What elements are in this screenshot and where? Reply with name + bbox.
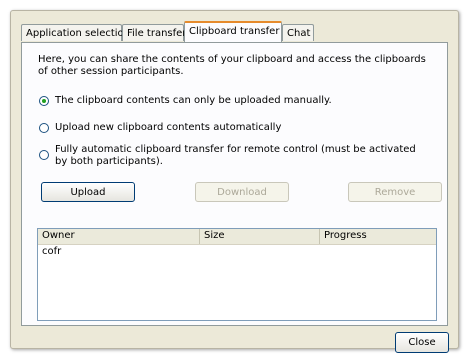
clipboard-list[interactable]: Owner Size Progress cofr <box>37 228 437 321</box>
option-auto-upload-label: Upload new clipboard contents automatica… <box>55 122 282 133</box>
tab-application-selection[interactable]: Application selection <box>21 24 130 41</box>
radio-auto-upload[interactable] <box>39 123 49 133</box>
clipboard-dialog: Application selection File transfer Clip… <box>10 10 459 353</box>
option-manual-upload[interactable]: The clipboard contents can only be uploa… <box>39 95 332 107</box>
radio-manual-upload[interactable] <box>39 96 49 106</box>
tab-file-transfer[interactable]: File transfer <box>122 24 186 41</box>
column-progress[interactable]: Progress <box>320 229 436 244</box>
option-manual-upload-label: The clipboard contents can only be uploa… <box>55 95 332 106</box>
column-size[interactable]: Size <box>200 229 320 244</box>
column-owner[interactable]: Owner <box>38 229 200 244</box>
option-auto-upload[interactable]: Upload new clipboard contents automatica… <box>39 122 281 134</box>
option-fully-automatic[interactable]: Fully automatic clipboard transfer for r… <box>39 144 419 168</box>
list-header: Owner Size Progress <box>38 229 436 245</box>
remove-button[interactable]: Remove <box>348 182 442 202</box>
list-item-owner: cofr <box>42 246 62 257</box>
download-button[interactable]: Download <box>195 182 289 202</box>
tab-chat[interactable]: Chat <box>282 24 314 41</box>
list-item[interactable]: cofr <box>38 245 436 259</box>
upload-button[interactable]: Upload <box>41 182 135 202</box>
option-fully-automatic-label: Fully automatic clipboard transfer for r… <box>55 144 416 167</box>
clipboard-panel: Here, you can share the contents of your… <box>21 42 448 326</box>
tab-clipboard-transfer[interactable]: Clipboard transfer <box>184 21 282 42</box>
radio-fully-automatic[interactable] <box>39 150 49 160</box>
panel-description: Here, you can share the contents of your… <box>38 54 426 77</box>
close-button[interactable]: Close <box>395 332 449 353</box>
